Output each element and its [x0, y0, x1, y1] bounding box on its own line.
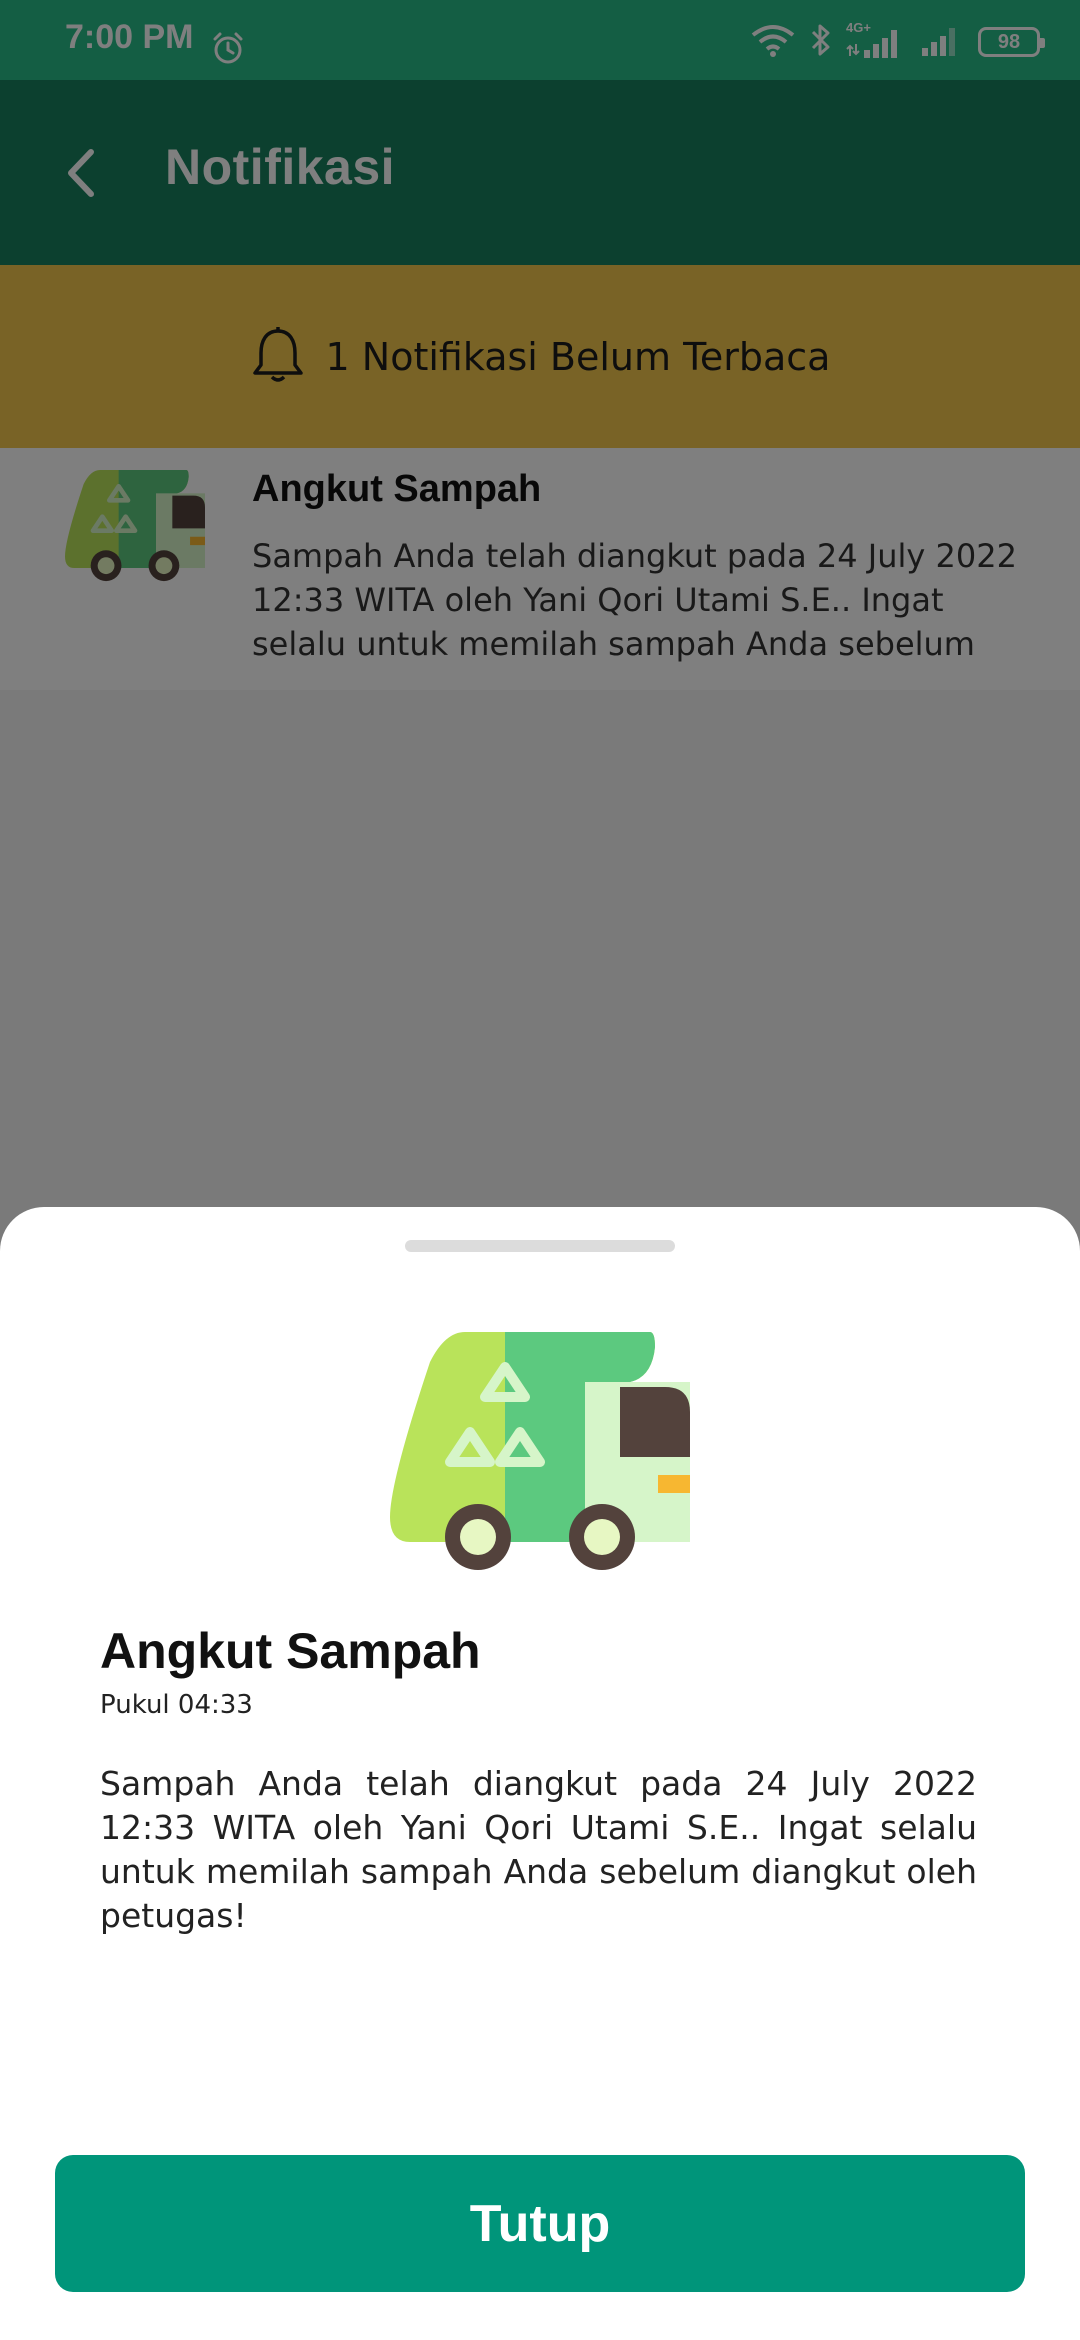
garbage-truck-icon [390, 1332, 690, 1572]
notification-detail-sheet: Angkut Sampah Pukul 04:33 Sampah Anda te… [0, 1207, 1080, 2340]
sheet-message: Sampah Anda telah diangkut pada 24 July … [100, 1764, 977, 1935]
close-button[interactable]: Tutup [55, 2155, 1025, 2292]
sheet-title: Angkut Sampah [100, 1623, 481, 1679]
sheet-timestamp: Pukul 04:33 [100, 1690, 253, 1720]
drag-handle[interactable] [405, 1240, 675, 1252]
